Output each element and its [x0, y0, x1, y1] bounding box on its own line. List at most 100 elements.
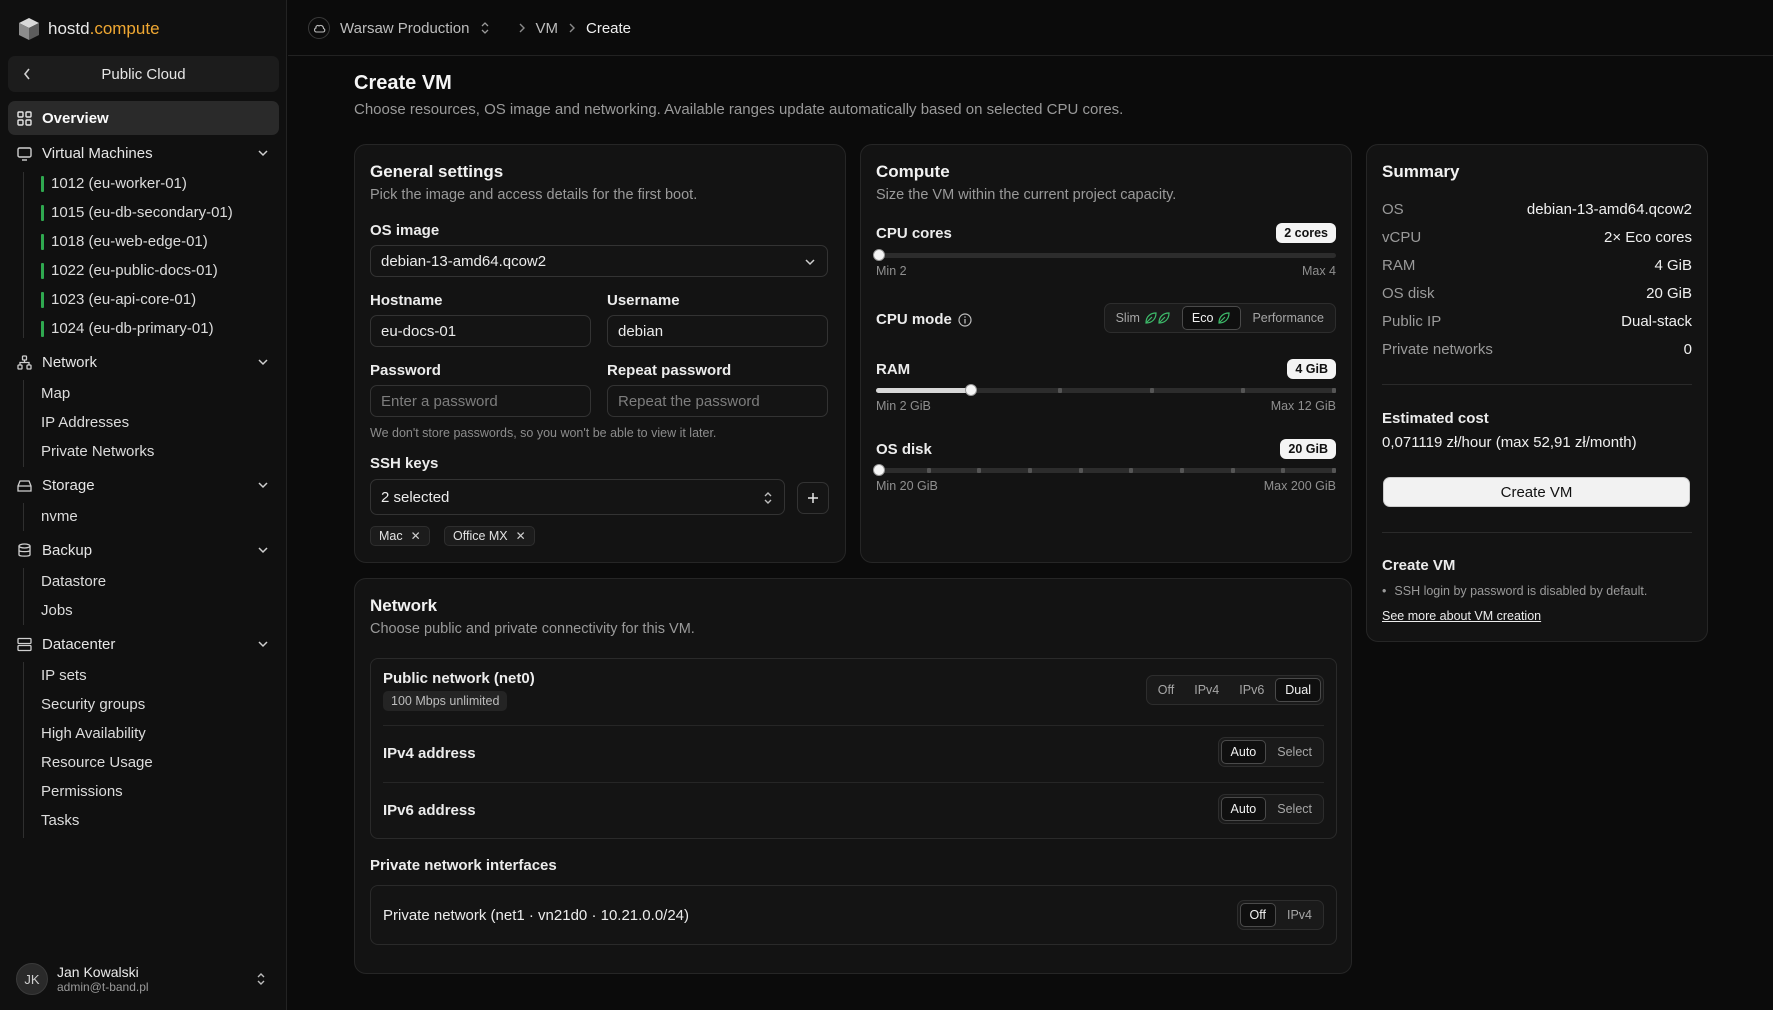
password-placeholder: Enter a password — [381, 392, 498, 410]
cpu-mode-eco[interactable]: Eco — [1181, 306, 1242, 330]
ipv6-option-select[interactable]: Select — [1268, 797, 1321, 821]
tree-line — [23, 662, 24, 838]
ipv4-option-auto[interactable]: Auto — [1220, 740, 1267, 764]
sidebar-vm-item[interactable]: 1022 (eu-public-docs-01) — [41, 261, 218, 281]
vm-label: 1024 (eu-db-primary-01) — [51, 320, 214, 337]
page-subtitle: Choose resources, OS image and networkin… — [354, 101, 1124, 118]
os-image-select[interactable]: debian-13-amd64.qcow2 — [370, 245, 828, 277]
slider-thumb[interactable] — [873, 249, 885, 261]
cpu-mode-slim[interactable]: Slim — [1107, 306, 1180, 330]
sidebar-item-private-networks[interactable]: Private Networks — [41, 441, 154, 463]
project-switcher[interactable]: Warsaw Production — [340, 20, 470, 37]
sidebar-item-nvme[interactable]: nvme — [41, 506, 78, 528]
sidebar-item-jobs[interactable]: Jobs — [41, 600, 73, 622]
create-vm-button[interactable]: Create VM — [1383, 477, 1690, 507]
back-to-public-cloud-button[interactable]: Public Cloud — [8, 56, 279, 92]
sidebar-item-ip-sets[interactable]: IP sets — [41, 665, 87, 687]
ram-slider[interactable] — [876, 384, 1336, 396]
card-title: Summary — [1382, 162, 1460, 181]
cpu-cores-label: CPU cores — [876, 225, 952, 242]
slider-tick — [927, 468, 931, 473]
password-field[interactable]: Enter a password — [370, 385, 591, 417]
sidebar-vm-item[interactable]: 1018 (eu-web-edge-01) — [41, 232, 208, 252]
private-network-option-off[interactable]: Off — [1239, 903, 1276, 927]
add-ssh-key-button[interactable] — [797, 482, 829, 514]
summary-row: vCPU 2× Eco cores — [1382, 229, 1692, 246]
os-image-label: OS image — [370, 222, 440, 239]
slider-thumb[interactable] — [873, 464, 885, 476]
ipv4-option-select[interactable]: Select — [1268, 740, 1321, 764]
vm-status-indicator — [41, 263, 44, 279]
ssh-keys-select[interactable]: 2 selected — [370, 479, 785, 515]
sidebar-section-backup[interactable]: Backup — [8, 533, 279, 567]
ipv6-option-auto[interactable]: Auto — [1220, 797, 1267, 821]
double-leaf-icon — [1145, 312, 1170, 324]
sidebar-vm-item[interactable]: 1024 (eu-db-primary-01) — [41, 319, 214, 339]
sidebar-section-label: Datacenter — [42, 635, 116, 653]
sidebar-section-storage[interactable]: Storage — [8, 468, 279, 502]
breadcrumb-vm-link[interactable]: VM — [536, 20, 559, 37]
sidebar-section-virtual-machines[interactable]: Virtual Machines — [8, 136, 279, 170]
info-icon[interactable] — [958, 312, 972, 327]
sidebar-item-overview[interactable]: Overview — [8, 101, 279, 135]
sidebar-item-permissions[interactable]: Permissions — [41, 781, 123, 803]
sidebar-vm-item[interactable]: 1015 (eu-db-secondary-01) — [41, 203, 233, 223]
ipv6-address-toggle: Auto Select — [1217, 794, 1324, 824]
database-icon — [18, 542, 31, 557]
chevron-left-icon — [23, 68, 30, 80]
compute-card: Compute Size the VM within the current p… — [860, 144, 1352, 563]
cpu-mode-label: CPU mode — [876, 311, 972, 328]
server-icon — [17, 637, 32, 651]
breadcrumb: Warsaw Production VM Create — [308, 17, 631, 39]
cpu-mode-performance[interactable]: Performance — [1243, 306, 1333, 330]
username-field[interactable]: debian — [607, 315, 828, 347]
sidebar-item-ip-addresses[interactable]: IP Addresses — [41, 412, 129, 434]
sidebar-section-network[interactable]: Network — [8, 345, 279, 379]
public-network-option-ipv4[interactable]: IPv4 — [1185, 678, 1228, 702]
sidebar-item-map[interactable]: Map — [41, 383, 70, 405]
tree-line — [23, 172, 24, 338]
public-network-option-off[interactable]: Off — [1149, 678, 1183, 702]
sidebar-section-datacenter[interactable]: Datacenter — [8, 627, 279, 661]
brand-logo[interactable]: hostd .compute — [18, 17, 160, 41]
user-menu[interactable]: JK Jan Kowalski admin@t-band.pl — [16, 960, 274, 998]
sidebar-vm-item[interactable]: 1023 (eu-api-core-01) — [41, 290, 196, 310]
sidebar-item-datastore[interactable]: Datastore — [41, 571, 106, 593]
slider-tick — [1058, 388, 1062, 393]
public-network-option-ipv6[interactable]: IPv6 — [1230, 678, 1273, 702]
summary-key: RAM — [1382, 257, 1416, 274]
sidebar-vm-item[interactable]: 1012 (eu-worker-01) — [41, 174, 187, 194]
back-label: Public Cloud — [101, 65, 186, 83]
slider-tick — [1129, 468, 1133, 473]
public-network-option-dual[interactable]: Dual — [1275, 678, 1321, 702]
info-bullet: • SSH login by password is disabled by de… — [1382, 584, 1647, 598]
cpu-cores-slider[interactable] — [873, 249, 1336, 261]
summary-row: OS disk 20 GiB — [1382, 285, 1692, 302]
summary-value: 0 — [1683, 341, 1692, 358]
slider-tick — [1281, 468, 1285, 473]
summary-row: RAM 4 GiB — [1382, 257, 1692, 274]
chevron-right-icon — [519, 23, 525, 33]
os-disk-slider[interactable] — [873, 464, 1336, 476]
summary-value: debian-13-amd64.qcow2 — [1526, 201, 1692, 218]
os-disk-label: OS disk — [876, 441, 932, 458]
slider-thumb[interactable] — [965, 384, 977, 396]
slider-tick — [1332, 468, 1336, 473]
sidebar-item-security-groups[interactable]: Security groups — [41, 694, 145, 716]
remove-icon[interactable]: ✕ — [411, 529, 421, 543]
card-title: Compute — [876, 162, 950, 181]
sidebar-item-tasks[interactable]: Tasks — [41, 810, 79, 832]
vm-status-indicator — [41, 205, 44, 221]
sidebar: hostd .compute Public Cloud Overview Virt… — [0, 0, 287, 1010]
hostname-field[interactable]: eu-docs-01 — [370, 315, 591, 347]
username-value: debian — [618, 322, 664, 340]
remove-icon[interactable]: ✕ — [516, 529, 526, 543]
estimated-cost-label: Estimated cost — [1382, 410, 1489, 427]
divider — [1382, 384, 1692, 385]
sidebar-item-resource-usage[interactable]: Resource Usage — [41, 752, 153, 774]
chevrons-up-down-icon[interactable] — [480, 21, 490, 35]
private-network-option-ipv4[interactable]: IPv4 — [1278, 903, 1321, 927]
see-more-link[interactable]: See more about VM creation — [1382, 609, 1541, 623]
repeat-password-field[interactable]: Repeat the password — [607, 385, 828, 417]
sidebar-item-high-availability[interactable]: High Availability — [41, 723, 146, 745]
